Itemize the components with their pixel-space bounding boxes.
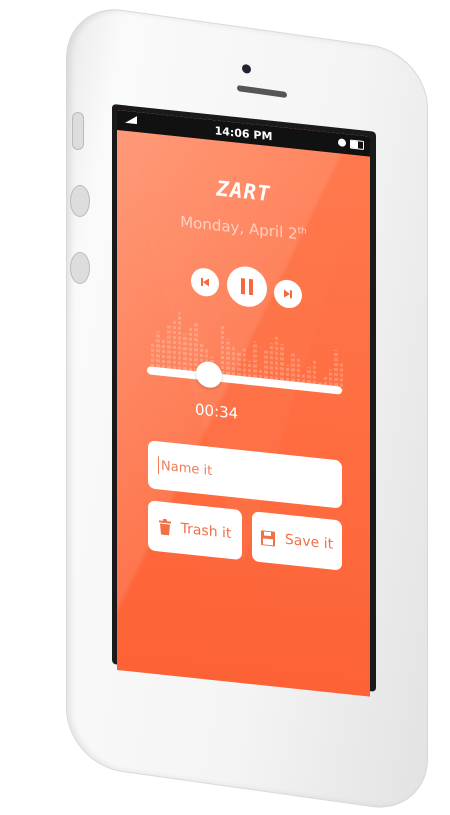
previous-icon (201, 277, 209, 287)
volume-up-button (70, 185, 90, 217)
pause-icon (241, 278, 253, 296)
front-camera (242, 63, 251, 75)
floppy-disk-icon (260, 529, 275, 546)
equalizer-bar (177, 312, 182, 375)
equalizer-bar (167, 325, 171, 374)
equalizer-bar (221, 323, 225, 380)
earpiece-speaker (237, 85, 287, 99)
mute-switch (72, 112, 84, 150)
trash-button[interactable]: Trash it (148, 500, 242, 561)
equalizer-bar (274, 336, 279, 385)
app-screen: 14:06 PM ZART Monday, April 2th 00:34 Na… (117, 110, 370, 697)
volume-down-button (70, 252, 90, 284)
trash-icon (158, 518, 171, 536)
trash-label: Trash it (180, 520, 232, 543)
save-button[interactable]: Save it (252, 511, 342, 571)
battery-icon (350, 139, 364, 150)
text-caret (158, 456, 159, 475)
next-icon (284, 289, 292, 299)
equalizer-bar (188, 327, 193, 376)
name-input-placeholder: Name it (161, 458, 213, 479)
alarm-icon (338, 138, 346, 148)
save-label: Save it (284, 531, 334, 553)
equalizer-bar (172, 318, 176, 375)
